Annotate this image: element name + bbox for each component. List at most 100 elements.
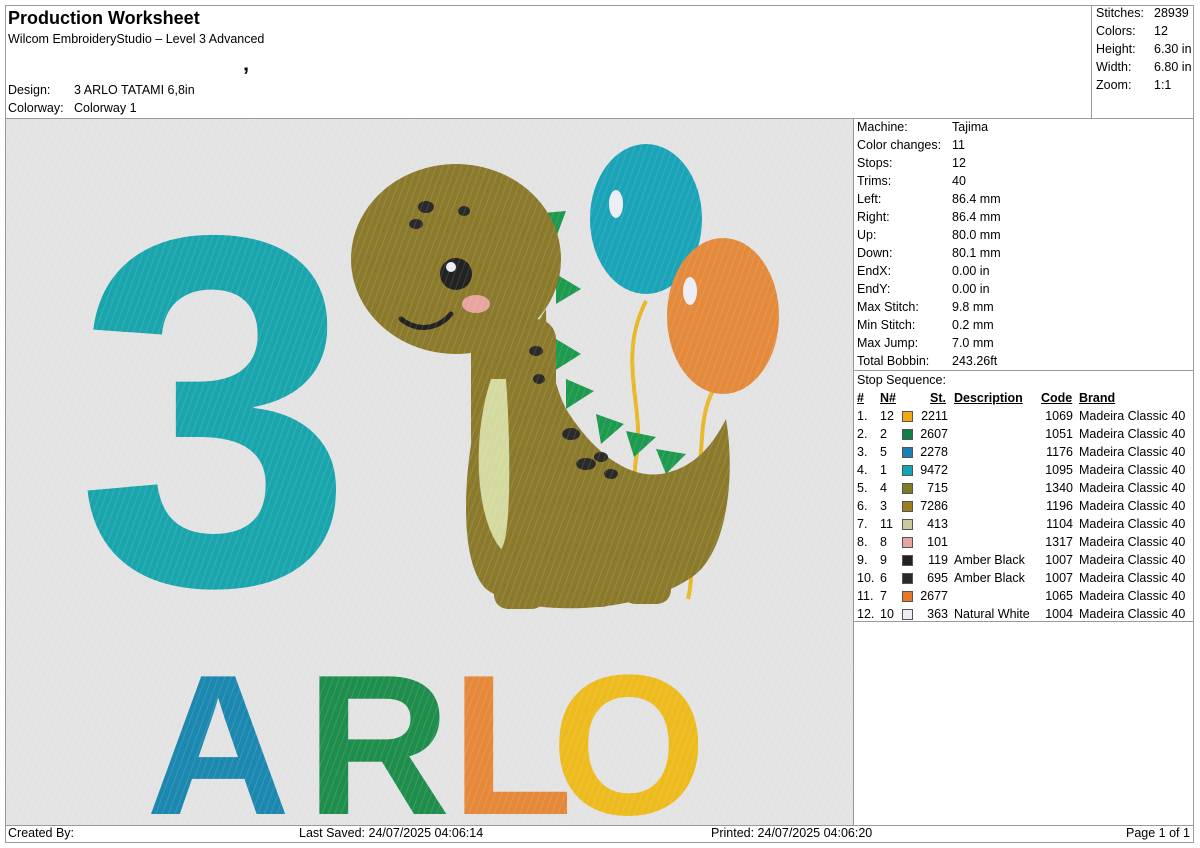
machine-info-label: Min Stitch:	[857, 318, 916, 332]
stop-index: 12.	[857, 607, 875, 621]
machine-info-value: 86.4 mm	[952, 192, 1001, 206]
stop-needle: 12	[880, 409, 894, 423]
machine-info-row: Max Jump: 7.0 mm	[857, 336, 994, 350]
stop-needle: 9	[880, 553, 887, 567]
page-number: Page 1 of 1	[1126, 826, 1190, 840]
col-stitches: St.	[930, 391, 946, 405]
machine-info-label: Color changes:	[857, 138, 942, 152]
stop-code: 1340	[1045, 481, 1073, 495]
stop-stitches: 715	[927, 481, 948, 495]
machine-info-label: Down:	[857, 246, 893, 260]
summary-panel: Stitches: 28939 Colors: 12 Height: 6.30 in …	[1091, 5, 1194, 118]
stop-code: 1007	[1045, 571, 1073, 585]
machine-info-row: EndX: 0.00 in	[857, 264, 990, 278]
stop-brand: Madeira Classic 40	[1079, 481, 1186, 495]
col-code: Code	[1041, 391, 1073, 405]
machine-info-value: Tajima	[952, 120, 989, 134]
stop-index: 10.	[857, 571, 875, 585]
machine-info-row: EndY: 0.00 in	[857, 282, 990, 296]
machine-info-value: 9.8 mm	[952, 300, 994, 314]
preview-divider	[853, 118, 854, 825]
machine-info-row: Stops: 12	[857, 156, 966, 170]
design-row: Design: 3 ARLO TATAMI 6,8in	[8, 83, 195, 97]
thread-color-swatch	[902, 555, 913, 566]
machine-info-label: EndX:	[857, 264, 892, 278]
col-needle: N#	[880, 391, 896, 405]
machine-info-value: 7.0 mm	[952, 336, 994, 350]
machine-info-value: 11	[952, 138, 965, 152]
colorway-label: Colorway:	[8, 101, 64, 115]
stop-needle: 11	[880, 517, 893, 531]
stop-brand: Madeira Classic 40	[1079, 517, 1186, 531]
machine-info-row: Trims: 40	[857, 174, 966, 188]
stop-stitches: 101	[927, 535, 948, 549]
stop-needle: 3	[880, 499, 887, 513]
machine-info-row: Color changes: 11	[857, 138, 965, 152]
machine-info-row: Down: 80.1 mm	[857, 246, 1001, 260]
summary-colors: Colors: 12	[1096, 24, 1168, 38]
printed-date: Printed: 24/07/2025 04:06:20	[711, 826, 873, 840]
machine-info-label: Trims:	[857, 174, 892, 188]
stop-brand: Madeira Classic 40	[1079, 589, 1186, 603]
stop-needle: 8	[880, 535, 887, 549]
design-label: Design:	[8, 83, 51, 97]
machine-info-row: Up: 80.0 mm	[857, 228, 1001, 242]
stray-mark: ’	[243, 63, 250, 88]
stop-index: 4.	[857, 463, 868, 477]
summary-width: Width: 6.80 in	[1096, 60, 1192, 74]
machine-info-row: Machine: Tajima	[857, 120, 988, 134]
stops-divider	[853, 621, 1194, 622]
design-preview: 3	[6, 119, 853, 825]
stop-index: 6.	[857, 499, 868, 513]
stop-index: 8.	[857, 535, 868, 549]
machine-info-value: 80.1 mm	[952, 246, 1001, 260]
machine-info-row: Right: 86.4 mm	[857, 210, 1001, 224]
stop-index: 11.	[857, 589, 874, 603]
stop-code: 1196	[1046, 499, 1073, 513]
stop-index: 3.	[857, 445, 868, 459]
stop-stitches: 363	[927, 607, 948, 621]
summary-stitches: Stitches: 28939	[1096, 6, 1189, 20]
stop-brand: Madeira Classic 40	[1079, 463, 1186, 477]
info-divider	[853, 370, 1194, 371]
stop-code: 1007	[1045, 553, 1073, 567]
header: Production Worksheet Wilcom EmbroiderySt…	[5, 5, 1091, 118]
stop-brand: Madeira Classic 40	[1079, 409, 1186, 423]
machine-info-value: 80.0 mm	[952, 228, 1001, 242]
stop-stitches: 413	[927, 517, 948, 531]
machine-info-value: 86.4 mm	[952, 210, 1001, 224]
machine-info-label: Max Stitch:	[857, 300, 919, 314]
stop-code: 1176	[1046, 445, 1073, 459]
stop-needle: 10	[880, 607, 894, 621]
stop-code: 1317	[1045, 535, 1073, 549]
stop-index: 1.	[857, 409, 868, 423]
machine-info-value: 0.00 in	[952, 282, 990, 296]
stop-index: 2.	[857, 427, 868, 441]
stop-index: 7.	[857, 517, 868, 531]
thread-color-swatch	[902, 573, 913, 584]
machine-info-row: Left: 86.4 mm	[857, 192, 1001, 206]
stop-code: 1095	[1045, 463, 1073, 477]
footer: Created By: Last Saved: 24/07/2025 04:06…	[5, 825, 1194, 843]
stop-brand: Madeira Classic 40	[1079, 499, 1186, 513]
stop-code: 1004	[1045, 607, 1073, 621]
stop-brand: Madeira Classic 40	[1079, 571, 1186, 585]
stop-index: 5.	[857, 481, 868, 495]
machine-info-label: Up:	[857, 228, 877, 242]
stop-needle: 2	[880, 427, 887, 441]
stop-stitches: 119	[928, 553, 948, 567]
stop-description: Amber Black	[954, 553, 1025, 567]
software-name: Wilcom EmbroideryStudio – Level 3 Advanc…	[8, 32, 265, 46]
stop-stitches: 2278	[920, 445, 948, 459]
machine-info-label: Max Jump:	[857, 336, 919, 350]
stop-needle: 1	[880, 463, 887, 477]
thread-color-swatch	[902, 591, 913, 602]
stop-stitches: 2677	[920, 589, 948, 603]
stop-brand: Madeira Classic 40	[1079, 553, 1186, 567]
stop-stitches: 695	[927, 571, 948, 585]
machine-info-value: 243.26ft	[952, 354, 998, 368]
stop-code: 1104	[1046, 517, 1073, 531]
summary-zoom: Zoom: 1:1	[1096, 78, 1172, 92]
page-title: Production Worksheet	[8, 8, 200, 28]
stop-brand: Madeira Classic 40	[1079, 445, 1186, 459]
